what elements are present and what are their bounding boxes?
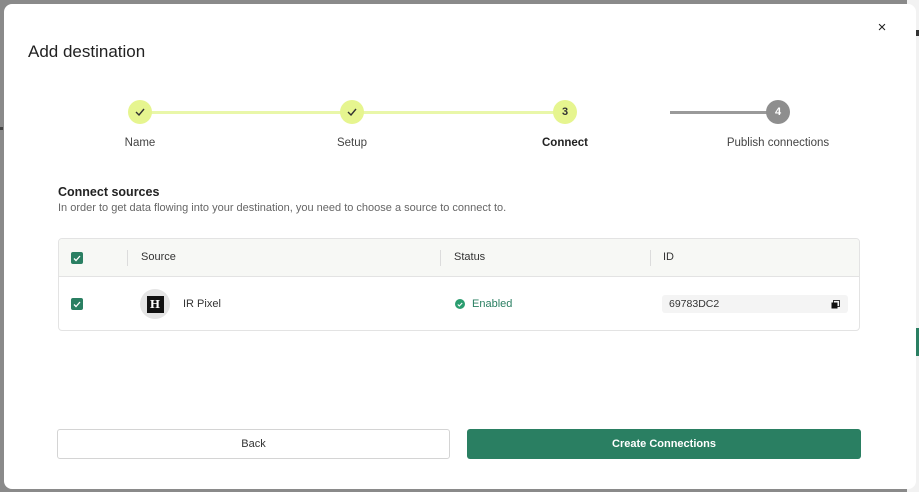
- backdrop-fragment: [0, 127, 3, 130]
- column-header-source[interactable]: Source: [141, 251, 176, 263]
- step-setup-check-icon: [340, 100, 364, 124]
- column-divider: [440, 250, 441, 266]
- copy-icon[interactable]: [831, 300, 840, 309]
- stepper: Name Setup 3 Connect 4 Publish connectio…: [4, 100, 916, 160]
- add-destination-modal: Add destination × Name Setup 3 Connect 4…: [4, 4, 916, 489]
- column-divider: [127, 250, 128, 266]
- section-description: In order to get data flowing into your d…: [58, 202, 507, 214]
- column-header-id[interactable]: ID: [663, 251, 674, 263]
- stepper-track-pending: [670, 111, 778, 114]
- step-label-connect: Connect: [542, 137, 588, 149]
- step-label-publish: Publish connections: [726, 137, 830, 149]
- source-logo-icon: H: [140, 289, 170, 319]
- select-all-checkbox[interactable]: [71, 252, 83, 264]
- create-connections-button[interactable]: Create Connections: [467, 429, 861, 459]
- step-label-setup: Setup: [336, 137, 368, 149]
- source-logo-letter: H: [146, 295, 164, 313]
- row-checkbox[interactable]: [71, 298, 83, 310]
- back-button[interactable]: Back: [57, 429, 450, 459]
- table-row[interactable]: H IR Pixel Enabled 69783DC2: [59, 277, 859, 330]
- close-icon[interactable]: ×: [874, 20, 890, 36]
- step-name-check-icon: [128, 100, 152, 124]
- source-name: IR Pixel: [183, 298, 221, 310]
- sources-table: Source Status ID H IR Pixel Enabled 6978…: [58, 238, 860, 331]
- source-id-value: 69783DC2: [669, 298, 720, 310]
- status-check-icon: [455, 299, 465, 309]
- step-connect-number: 3: [553, 100, 577, 124]
- status-badge: Enabled: [472, 298, 513, 310]
- column-header-status[interactable]: Status: [454, 251, 485, 263]
- column-divider: [650, 250, 651, 266]
- section-title: Connect sources: [58, 185, 160, 199]
- modal-title: Add destination: [28, 42, 146, 61]
- step-label-name: Name: [124, 137, 156, 149]
- table-header: Source Status ID: [59, 239, 859, 277]
- step-publish-number: 4: [766, 100, 790, 124]
- source-id-field: 69783DC2: [662, 295, 848, 313]
